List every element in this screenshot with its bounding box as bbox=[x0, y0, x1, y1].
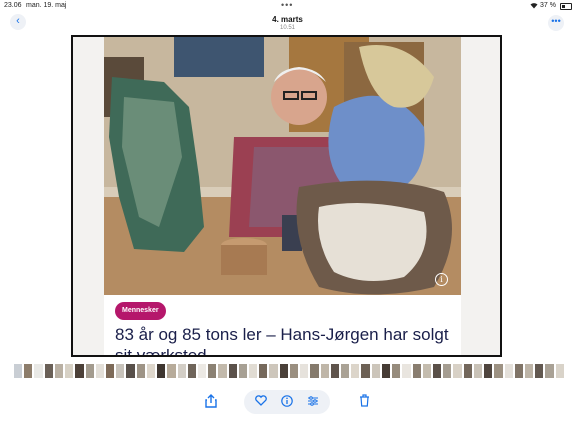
action-pill bbox=[244, 390, 330, 414]
thumbnail[interactable] bbox=[167, 364, 176, 378]
thumbnail[interactable] bbox=[85, 364, 94, 378]
adjust-button[interactable] bbox=[306, 395, 320, 409]
navigation-bar: ‹ 4. marts 10.51 ••• bbox=[0, 12, 575, 34]
photo-time-subtitle: 10.51 bbox=[279, 25, 295, 31]
more-options-button[interactable]: ••• bbox=[548, 15, 564, 31]
thumbnail[interactable] bbox=[54, 364, 64, 378]
thumbnail[interactable] bbox=[218, 364, 227, 378]
thumbnail[interactable] bbox=[361, 364, 370, 378]
thumbnail[interactable] bbox=[422, 364, 431, 378]
thumbnail[interactable] bbox=[289, 364, 299, 378]
thumbnail[interactable] bbox=[187, 364, 196, 378]
wifi-icon bbox=[530, 2, 538, 11]
status-time: 23.06 bbox=[4, 2, 22, 9]
thumbnail[interactable] bbox=[14, 364, 23, 378]
thumbnail[interactable] bbox=[65, 364, 74, 378]
bottom-toolbar bbox=[0, 388, 575, 414]
thumbnail[interactable] bbox=[105, 364, 115, 378]
thumbnail[interactable] bbox=[412, 364, 421, 378]
thumbnail[interactable] bbox=[116, 364, 125, 378]
thumbnail[interactable] bbox=[320, 364, 329, 378]
thumbnail[interactable] bbox=[300, 364, 309, 378]
thumbnail[interactable] bbox=[238, 364, 248, 378]
thumbnail[interactable] bbox=[126, 364, 135, 378]
thumbnail[interactable] bbox=[208, 364, 217, 378]
info-button[interactable] bbox=[280, 395, 294, 409]
battery-percentage: 37 % bbox=[540, 2, 556, 9]
sliders-icon bbox=[308, 396, 318, 406]
status-date: man. 19. maj bbox=[26, 2, 67, 9]
thumbnail[interactable] bbox=[545, 364, 554, 378]
photo-date-title: 4. marts bbox=[272, 15, 303, 24]
thumbnail[interactable] bbox=[432, 364, 442, 378]
thumbnail[interactable] bbox=[197, 364, 207, 378]
thumbnail[interactable] bbox=[75, 364, 84, 378]
thumbnail[interactable] bbox=[259, 364, 268, 378]
thumbnail[interactable] bbox=[484, 364, 493, 378]
thumbnail[interactable] bbox=[524, 364, 534, 378]
thumbnail[interactable] bbox=[249, 364, 258, 378]
multitasking-dots-icon[interactable]: ••• bbox=[281, 0, 293, 10]
thumbnail[interactable] bbox=[402, 364, 411, 378]
thumbnail[interactable] bbox=[473, 364, 483, 378]
thumbnail[interactable] bbox=[146, 364, 156, 378]
thumbnail[interactable] bbox=[392, 364, 401, 378]
thumbnail[interactable] bbox=[463, 364, 472, 378]
thumbnail[interactable] bbox=[330, 364, 339, 378]
thumbnail[interactable] bbox=[228, 364, 237, 378]
thumbnail[interactable] bbox=[310, 364, 319, 378]
battery-icon bbox=[560, 3, 572, 10]
photo-viewer[interactable]: i Mennesker 83 år og 85 tons ler – Hans-… bbox=[71, 35, 502, 357]
info-icon bbox=[281, 395, 293, 407]
status-bar: 23.06 man. 19. maj ••• 37 % bbox=[0, 0, 575, 12]
thumbnail[interactable] bbox=[504, 364, 513, 378]
thumbnail[interactable] bbox=[555, 364, 564, 378]
thumbnail[interactable] bbox=[494, 364, 503, 378]
heart-icon bbox=[255, 395, 267, 406]
thumbnail[interactable] bbox=[157, 364, 166, 378]
thumbnail[interactable] bbox=[453, 364, 462, 378]
thumbnail[interactable] bbox=[279, 364, 288, 378]
thumbnail[interactable] bbox=[535, 364, 544, 378]
info-icon[interactable]: i bbox=[435, 273, 448, 286]
thumbnail[interactable] bbox=[95, 364, 104, 378]
article-image bbox=[104, 37, 461, 295]
article-card: Mennesker 83 år og 85 tons ler – Hans-Jø… bbox=[104, 295, 461, 357]
thumbnail[interactable] bbox=[341, 364, 350, 378]
thumbnail[interactable] bbox=[381, 364, 391, 378]
category-badge: Mennesker bbox=[115, 302, 166, 320]
thumbnail[interactable] bbox=[443, 364, 452, 378]
thumbnail[interactable] bbox=[44, 364, 53, 378]
thumbnail[interactable] bbox=[371, 364, 380, 378]
thumbnail[interactable] bbox=[136, 364, 145, 378]
thumbnail[interactable] bbox=[34, 364, 43, 378]
ellipsis-icon: ••• bbox=[551, 16, 561, 26]
share-button[interactable] bbox=[203, 394, 219, 410]
share-icon bbox=[205, 394, 217, 408]
article-title: 83 år og 85 tons ler – Hans-Jørgen har s… bbox=[115, 325, 449, 357]
thumbnail[interactable] bbox=[24, 364, 33, 378]
thumbnail-strip[interactable] bbox=[14, 364, 564, 378]
thumbnail[interactable] bbox=[177, 364, 186, 378]
delete-button[interactable] bbox=[356, 394, 372, 410]
thumbnail[interactable] bbox=[351, 364, 360, 378]
trash-icon bbox=[359, 394, 369, 407]
thumbnail[interactable] bbox=[514, 364, 523, 378]
thumbnail[interactable] bbox=[269, 364, 278, 378]
favorite-button[interactable] bbox=[254, 395, 268, 409]
